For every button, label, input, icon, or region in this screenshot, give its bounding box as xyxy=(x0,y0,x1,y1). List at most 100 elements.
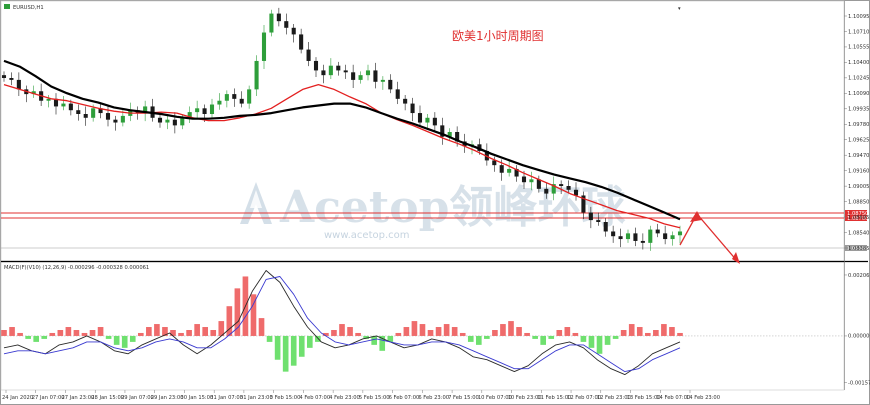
time-tick-label: 29 Jan 23:00 xyxy=(151,395,184,401)
time-tick-label: 30 Jan 15:00 xyxy=(180,395,213,401)
candle-body xyxy=(165,119,170,123)
candle-body xyxy=(16,79,21,90)
macd-tick-label: -0.001572 xyxy=(848,380,870,386)
candle-body xyxy=(232,94,237,99)
candle-body xyxy=(254,60,259,90)
scroll-marker[interactable]: ▾ xyxy=(678,6,681,12)
macd-bar xyxy=(178,332,184,336)
candle-body xyxy=(395,89,400,99)
watermark-url: www.acetop.com xyxy=(324,230,410,241)
price-tick-label: 1.09935 xyxy=(848,107,869,113)
candle-body xyxy=(596,220,601,222)
macd-bar xyxy=(331,330,337,336)
macd-bar xyxy=(194,324,200,336)
price-tick-label: 1.08695 xyxy=(848,215,869,221)
candle-body xyxy=(83,114,88,118)
macd-bar xyxy=(516,327,522,336)
candle-body xyxy=(120,115,125,123)
candle-body xyxy=(388,79,393,90)
macd-bar xyxy=(411,321,418,336)
price-tick-label: 1.10555 xyxy=(848,45,869,51)
candle-body xyxy=(195,108,200,113)
candle-body xyxy=(417,113,423,123)
candle-body xyxy=(603,222,608,232)
price-tick-label: 1.08385 xyxy=(848,246,869,252)
macd-bar xyxy=(339,324,345,336)
macd-bar xyxy=(427,330,434,336)
time-tick-label: 27 Jan 07:00 xyxy=(32,395,65,401)
time-tick-label: 14 Feb 23:00 xyxy=(686,395,720,401)
price-tick-label: 1.10095 xyxy=(848,14,869,20)
macd-bar xyxy=(636,327,643,336)
candle-body xyxy=(655,229,660,234)
chart-icon xyxy=(4,4,10,9)
candle-body xyxy=(373,70,378,82)
macd-bar xyxy=(97,327,104,336)
candle-body xyxy=(529,179,534,183)
macd-bar xyxy=(57,330,64,336)
candle-body xyxy=(499,165,504,173)
macd-bar xyxy=(282,335,289,372)
candle-body xyxy=(291,27,296,35)
candle-body xyxy=(105,113,111,120)
candle-body xyxy=(507,168,512,173)
candle-body xyxy=(670,235,675,240)
macd-bar xyxy=(113,335,120,345)
candle-body xyxy=(365,70,371,76)
time-tick-label: 29 Jan 07:00 xyxy=(121,395,154,401)
time-tick-label: 31 Jan 23:00 xyxy=(240,395,273,401)
candle-body xyxy=(351,72,356,80)
candle-body xyxy=(91,108,96,118)
macd-tick-label: 0.000000 xyxy=(848,334,870,340)
macd-bar xyxy=(306,335,313,348)
candle-body xyxy=(276,13,281,22)
macd-bar xyxy=(459,332,466,336)
candle-body xyxy=(403,98,408,104)
macd-bar xyxy=(9,327,15,336)
candle-body xyxy=(544,188,549,194)
candle-body xyxy=(284,21,289,28)
price-tick-label: 1.08540 xyxy=(848,230,869,236)
candle-body xyxy=(640,240,645,243)
candle-body xyxy=(46,98,51,101)
macd-bar xyxy=(202,327,209,336)
candle-body xyxy=(410,103,415,114)
macd-bar xyxy=(266,335,273,342)
time-tick-label: 24 Jan 2020 xyxy=(2,395,33,401)
time-tick-label: 7 Feb 15:00 xyxy=(448,395,479,401)
candle-body xyxy=(663,233,668,240)
macd-bar xyxy=(677,332,683,336)
price-tick-label: 1.09160 xyxy=(848,168,869,174)
macd-bar xyxy=(105,335,112,339)
candle-body xyxy=(328,65,333,76)
macd-bar xyxy=(395,332,402,336)
candle-body xyxy=(239,98,244,104)
candle-body xyxy=(625,233,631,240)
macd-bar xyxy=(121,335,128,348)
price-tick-label: 1.09005 xyxy=(848,184,869,190)
macd-bar xyxy=(65,327,72,336)
candle-body xyxy=(1,75,7,78)
macd-bar xyxy=(628,324,635,336)
candle-body xyxy=(202,108,207,114)
macd-bar xyxy=(81,332,88,336)
candle-body xyxy=(611,231,616,237)
macd-bar xyxy=(524,332,530,336)
macd-bar xyxy=(540,335,547,345)
macd-bar xyxy=(443,324,450,336)
macd-bar xyxy=(500,324,506,336)
candle-body xyxy=(306,49,311,61)
macd-bar xyxy=(604,335,611,345)
watermark-brand: Acetop领峰环球 xyxy=(279,182,626,233)
macd-bar xyxy=(508,321,514,336)
candle-body xyxy=(380,79,385,82)
macd-bar xyxy=(644,332,651,336)
candle-body xyxy=(68,103,73,111)
macd-bar xyxy=(258,318,265,336)
time-tick-label: 28 Jan 15:00 xyxy=(91,395,124,401)
candle-body xyxy=(336,65,341,71)
macd-bar xyxy=(298,335,305,357)
annotation-text: 欧美1小时周期图 xyxy=(452,29,544,43)
chart-svg: EURUSD,H1 ▾ Acetop领峰环球 www.acetop.com 欧美… xyxy=(0,0,870,405)
candle-body xyxy=(224,94,229,101)
